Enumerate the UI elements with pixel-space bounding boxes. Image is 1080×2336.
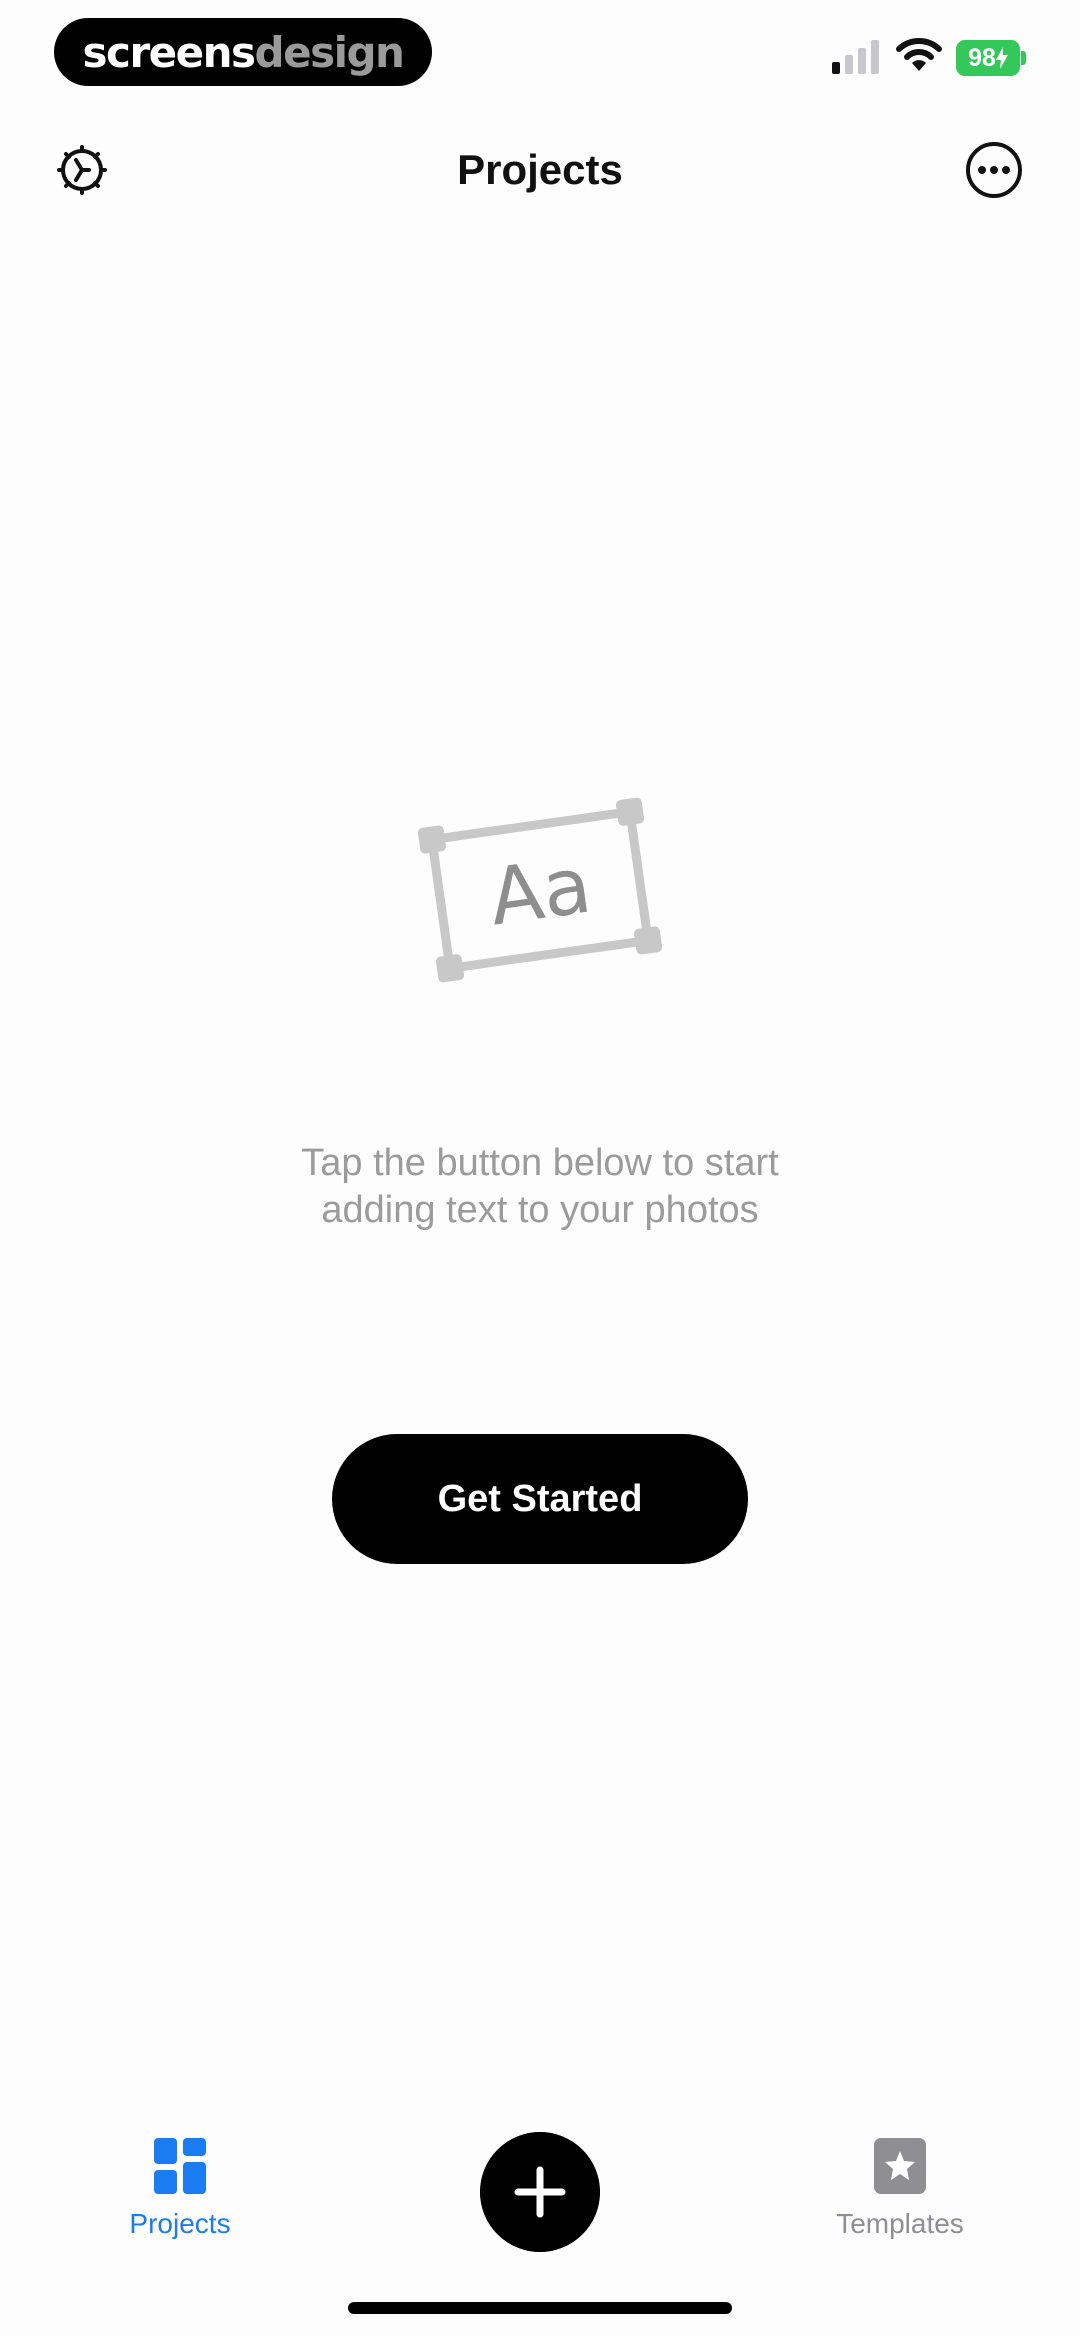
- brand-logo-right: design: [254, 27, 405, 77]
- wifi-icon: [896, 38, 942, 71]
- charging-bolt-icon: [995, 47, 1008, 69]
- illustration-text: Aa: [484, 840, 597, 943]
- battery-indicator: 98: [956, 40, 1020, 76]
- status-bar: screens design 98: [0, 0, 1080, 110]
- battery-cap: [1021, 51, 1026, 65]
- more-icon[interactable]: [964, 140, 1024, 200]
- tab-projects[interactable]: Projects: [80, 2136, 280, 2266]
- empty-state-message: Tap the button below to start adding tex…: [301, 1142, 779, 1231]
- brand-logo-left: screens: [82, 27, 256, 77]
- cellular-signal-icon: [832, 40, 879, 74]
- get-started-button[interactable]: Get Started: [332, 1434, 748, 1564]
- grid-icon: [154, 2138, 206, 2194]
- navigation-bar: Projects: [0, 120, 1080, 230]
- star-icon: [874, 2138, 926, 2194]
- tab-bar: Projects Templates: [0, 2100, 1080, 2336]
- text-frame-illustration: Aa: [417, 797, 663, 983]
- tab-templates[interactable]: Templates: [800, 2136, 1000, 2266]
- home-indicator: [348, 2302, 732, 2314]
- tab-templates-label: Templates: [836, 2208, 964, 2239]
- plus-icon[interactable]: [480, 2132, 600, 2252]
- brand-logo: screens design: [54, 18, 432, 86]
- page-title: Projects: [457, 146, 623, 193]
- battery-level: 98: [968, 43, 996, 72]
- tab-projects-label: Projects: [129, 2208, 231, 2239]
